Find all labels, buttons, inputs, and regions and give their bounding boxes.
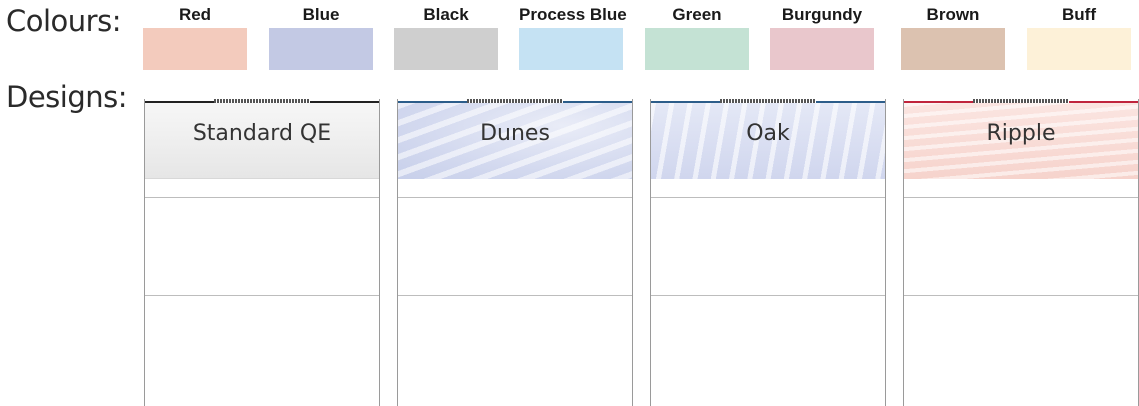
swatch-chip <box>770 28 874 70</box>
colour-swatch-process-blue[interactable]: Process Blue <box>519 0 627 70</box>
cheque-divider <box>904 197 1138 198</box>
swatch-label: Black <box>423 5 469 24</box>
swatch-chip <box>519 28 623 70</box>
swatch-label: Green <box>672 5 722 24</box>
cheque-divider <box>145 295 379 296</box>
design-name: Dunes <box>480 121 550 146</box>
colour-swatch-black[interactable]: Black <box>394 0 498 70</box>
colour-swatch-blue[interactable]: Blue <box>269 0 373 70</box>
swatch-label: Process Blue <box>519 5 627 24</box>
colour-swatch-buff[interactable]: Buff <box>1027 0 1131 70</box>
swatch-chip <box>394 28 498 70</box>
swatch-label: Burgundy <box>781 5 863 24</box>
colour-swatch-burgundy[interactable]: Burgundy <box>770 0 874 70</box>
cheque-divider <box>398 197 632 198</box>
design-name: Oak <box>746 121 790 146</box>
colours-heading: Colours: <box>6 4 121 38</box>
design-card-oak[interactable]: Oak <box>650 99 886 406</box>
design-card-dunes[interactable]: Dunes <box>397 99 633 406</box>
designs-heading: Designs: <box>6 80 128 114</box>
cheque-divider <box>904 295 1138 296</box>
swatch-label: Red <box>178 5 212 24</box>
colour-swatch-brown[interactable]: Brown <box>901 0 1005 70</box>
design-card-ripple[interactable]: Ripple <box>903 99 1139 406</box>
swatch-label: Blue <box>302 5 340 24</box>
colour-swatch-red[interactable]: Red <box>143 0 247 70</box>
swatch-label: Buff <box>1062 5 1096 24</box>
swatch-chip <box>143 28 247 70</box>
cheque-divider <box>651 197 885 198</box>
cheque-options-sheet: Colours: Designs: Red Blue Black Process… <box>0 0 1139 406</box>
design-name: Standard QE <box>192 121 332 146</box>
swatch-label: Brown <box>926 5 980 24</box>
swatch-chip <box>645 28 749 70</box>
swatch-chip <box>269 28 373 70</box>
swatch-chip <box>901 28 1005 70</box>
swatch-chip <box>1027 28 1131 70</box>
colour-swatch-green[interactable]: Green <box>645 0 749 70</box>
cheque-divider <box>145 197 379 198</box>
design-name: Ripple <box>986 121 1056 146</box>
design-card-standard-qe[interactable]: Standard QE <box>144 99 380 406</box>
cheque-divider <box>398 295 632 296</box>
cheque-divider <box>651 295 885 296</box>
